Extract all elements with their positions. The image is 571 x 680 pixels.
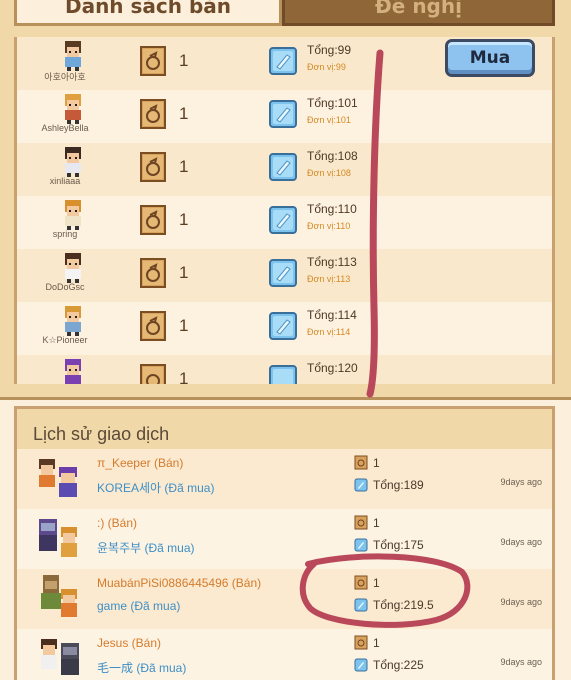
crystal-currency-icon (269, 153, 297, 181)
crystal-currency-icon (354, 538, 368, 552)
item-quantity: 1 (179, 210, 189, 229)
item-quantity: 1 (179, 369, 189, 384)
player-avatar-icon (65, 147, 81, 177)
player-avatar-icon (65, 253, 81, 283)
total-price: Tổng:110 (307, 202, 357, 216)
trader-avatars-icon (39, 519, 77, 557)
scroll-item-icon (140, 99, 166, 129)
total-price: Tổng:225 (373, 658, 424, 672)
unit-price: Đơn vị:114 (307, 327, 351, 337)
scroll-item-icon (140, 205, 166, 235)
tab-sell-list[interactable]: Danh sách bán (14, 0, 282, 26)
total-price: Tổng:120 (307, 361, 358, 375)
item-quantity: 1 (179, 51, 189, 70)
seller-name: MuabánPiSi0886445496 (Bán) (97, 576, 262, 590)
seller-name: 아호아아호 (44, 72, 86, 82)
scroll-item-icon (140, 152, 166, 182)
listing-row: spring 1 Tổng:110 Đơn vị:110 (17, 196, 552, 249)
buyer-name: 윤복주부 (Đã mua) (97, 541, 195, 555)
crystal-currency-icon (269, 259, 297, 287)
transaction-history-panel: Lịch sử giao dịch π_Keeper (Bán) KOREA세아… (14, 406, 555, 680)
scroll-item-icon (354, 515, 368, 530)
item-quantity: 1 (179, 316, 189, 335)
item-quantity: 1 (373, 576, 380, 590)
crystal-currency-icon (269, 47, 297, 75)
trader-avatars-icon (41, 575, 77, 617)
seller-name: :) (Bán) (97, 516, 138, 530)
player-avatar-icon (65, 41, 81, 71)
crystal-currency-icon (269, 206, 297, 234)
listing-row: K☆Pioneer 1 Tổng:114 Đơn vị:114 (17, 302, 552, 355)
item-quantity: 1 (373, 456, 380, 470)
total-price: Tổng:189 (373, 478, 424, 492)
crystal-currency-icon (269, 100, 297, 128)
scroll-item-icon (140, 364, 166, 384)
history-row: Jesus (Bán) 毛一成 (Đã mua) 1 Tổng:225 9day… (17, 629, 552, 680)
unit-price: Đơn vị:110 (307, 221, 351, 231)
seller-name: DoDoGsc (45, 282, 85, 292)
buyer-name: 毛一成 (Đã mua) (97, 661, 187, 675)
total-price: Tổng:219.5 (373, 598, 434, 612)
crystal-currency-icon (354, 598, 368, 612)
total-price: Tổng:114 (307, 308, 357, 322)
player-avatar-icon (65, 359, 81, 384)
trade-time: 9days ago (500, 597, 542, 607)
buy-button[interactable]: Mua (445, 39, 535, 77)
total-price: Tổng:113 (307, 255, 357, 269)
seller-name: AshleyBella (41, 123, 89, 133)
scroll-item-icon (354, 635, 368, 650)
listing-row: 1 Tổng:120 (17, 355, 552, 384)
scroll-item-icon (354, 455, 368, 470)
scroll-item-icon (140, 311, 166, 341)
history-title: Lịch sử giao dịch (33, 424, 170, 444)
seller-name: xinliaaa (49, 176, 81, 186)
history-row: :) (Bán) 윤복주부 (Đã mua) 1 Tổng:175 9days … (17, 509, 552, 569)
seller-name: Jesus (Bán) (97, 636, 162, 650)
listing-list[interactable]: 아호아아호 1 Tổng:99 Đơn vị:99 Mua AshleyBell… (14, 37, 555, 384)
total-price: Tổng:108 (307, 149, 358, 163)
total-price: Tổng:175 (373, 538, 424, 552)
player-avatar-icon (65, 94, 81, 124)
seller-name: spring (52, 229, 78, 239)
buyer-name: KOREA세아 (Đã mua) (97, 481, 215, 495)
trader-avatars-icon (39, 459, 77, 497)
total-price: Tổng:99 (307, 43, 352, 57)
history-row: MuabánPiSi0886445496 (Bán) game (Đã mua)… (17, 569, 552, 629)
player-avatar-icon (65, 200, 81, 230)
unit-price: Đơn vị:101 (307, 115, 351, 125)
unit-price: Đơn vị:99 (307, 62, 346, 72)
buyer-name: game (Đã mua) (97, 599, 181, 613)
unit-price: Đơn vị:108 (307, 168, 351, 178)
item-quantity: 1 (179, 157, 189, 176)
crystal-currency-icon (354, 478, 368, 492)
tab-bar: Danh sách bán Đề nghị (14, 0, 555, 26)
trader-avatars-icon (41, 639, 79, 675)
trade-time: 9days ago (500, 477, 542, 487)
listing-row: xinliaaa 1 Tổng:108 Đơn vị:108 (17, 143, 552, 196)
crystal-currency-icon (269, 312, 297, 340)
seller-name: π_Keeper (Bán) (97, 456, 184, 470)
tab-offers[interactable]: Đề nghị (282, 0, 555, 26)
scroll-item-icon (354, 575, 368, 590)
crystal-currency-icon (269, 365, 297, 384)
listing-row: 아호아아호 1 Tổng:99 Đơn vị:99 Mua (17, 37, 552, 90)
history-row: π_Keeper (Bán) KOREA세아 (Đã mua) 1 Tổng:1… (17, 449, 552, 509)
scroll-item-icon (140, 258, 166, 288)
trade-time: 9days ago (500, 537, 542, 547)
listing-row: DoDoGsc 1 Tổng:113 Đơn vị:113 (17, 249, 552, 302)
seller-name: K☆Pioneer (42, 335, 88, 345)
total-price: Tổng:101 (307, 96, 358, 110)
unit-price: Đơn vị:113 (307, 274, 351, 284)
player-avatar-icon (65, 306, 81, 336)
scroll-item-icon (140, 46, 166, 76)
listing-row: AshleyBella 1 Tổng:101 Đơn vị:101 (17, 90, 552, 143)
listing-panel: Danh sách bán Đề nghị 아호아아호 1 Tổng:99 Đơ… (0, 0, 571, 400)
item-quantity: 1 (179, 104, 189, 123)
trade-time: 9days ago (500, 657, 542, 667)
item-quantity: 1 (373, 516, 380, 530)
item-quantity: 1 (373, 636, 380, 650)
crystal-currency-icon (354, 658, 368, 672)
item-quantity: 1 (179, 263, 189, 282)
